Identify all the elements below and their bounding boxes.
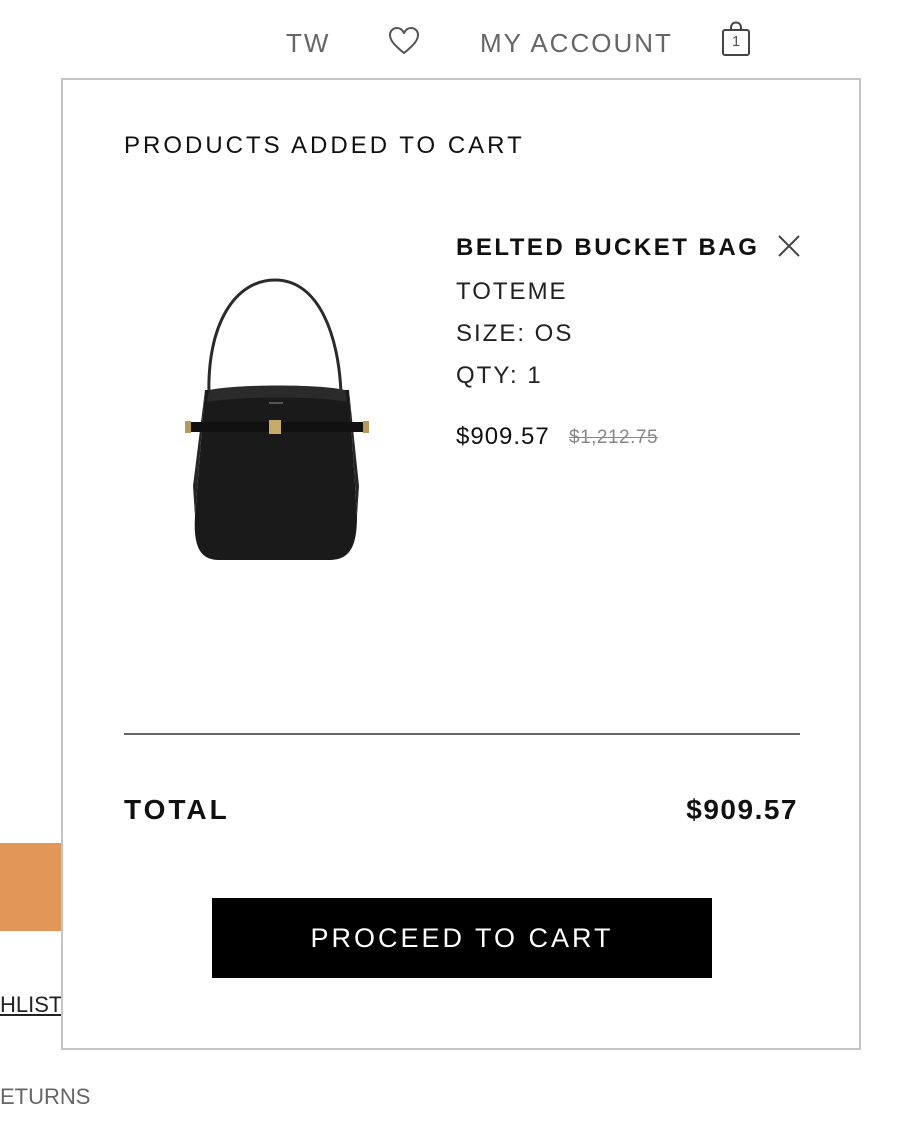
- product-size: SIZE: OS: [456, 320, 574, 347]
- page: TW MY ACCOUNT 1 HLIST ETURNS PRODUCTS AD…: [0, 0, 924, 1126]
- bag-count: 1: [731, 33, 741, 50]
- close-icon[interactable]: [777, 234, 801, 258]
- total-label: TOTAL: [124, 794, 230, 825]
- modal-title: PRODUCTS ADDED TO CART: [124, 132, 525, 159]
- background-returns-link[interactable]: ETURNS: [0, 1084, 90, 1110]
- proceed-to-cart-button[interactable]: PROCEED TO CART: [212, 898, 712, 978]
- my-account-link[interactable]: MY ACCOUNT: [480, 28, 673, 59]
- divider: [124, 733, 800, 735]
- product-name[interactable]: BELTED BUCKET BAG: [456, 234, 759, 262]
- top-nav: TW MY ACCOUNT 1: [0, 20, 924, 66]
- background-orange-button[interactable]: [0, 843, 62, 931]
- total-value: $909.57: [686, 794, 798, 825]
- cart-modal: PRODUCTS ADDED TO CART BELTED BUCKET BAG…: [61, 78, 861, 1050]
- product-original-price: $1,212.75: [569, 427, 659, 448]
- bucket-bag-image[interactable]: [179, 266, 375, 562]
- heart-icon[interactable]: [388, 26, 420, 56]
- background-wishlist-link[interactable]: HLIST: [0, 992, 62, 1018]
- product-price: $909.57: [456, 423, 550, 450]
- product-quantity: QTY: 1: [456, 362, 543, 389]
- region-selector[interactable]: TW: [286, 28, 330, 59]
- product-brand: TOTEME: [456, 278, 568, 305]
- shopping-bag-icon[interactable]: 1: [720, 20, 752, 58]
